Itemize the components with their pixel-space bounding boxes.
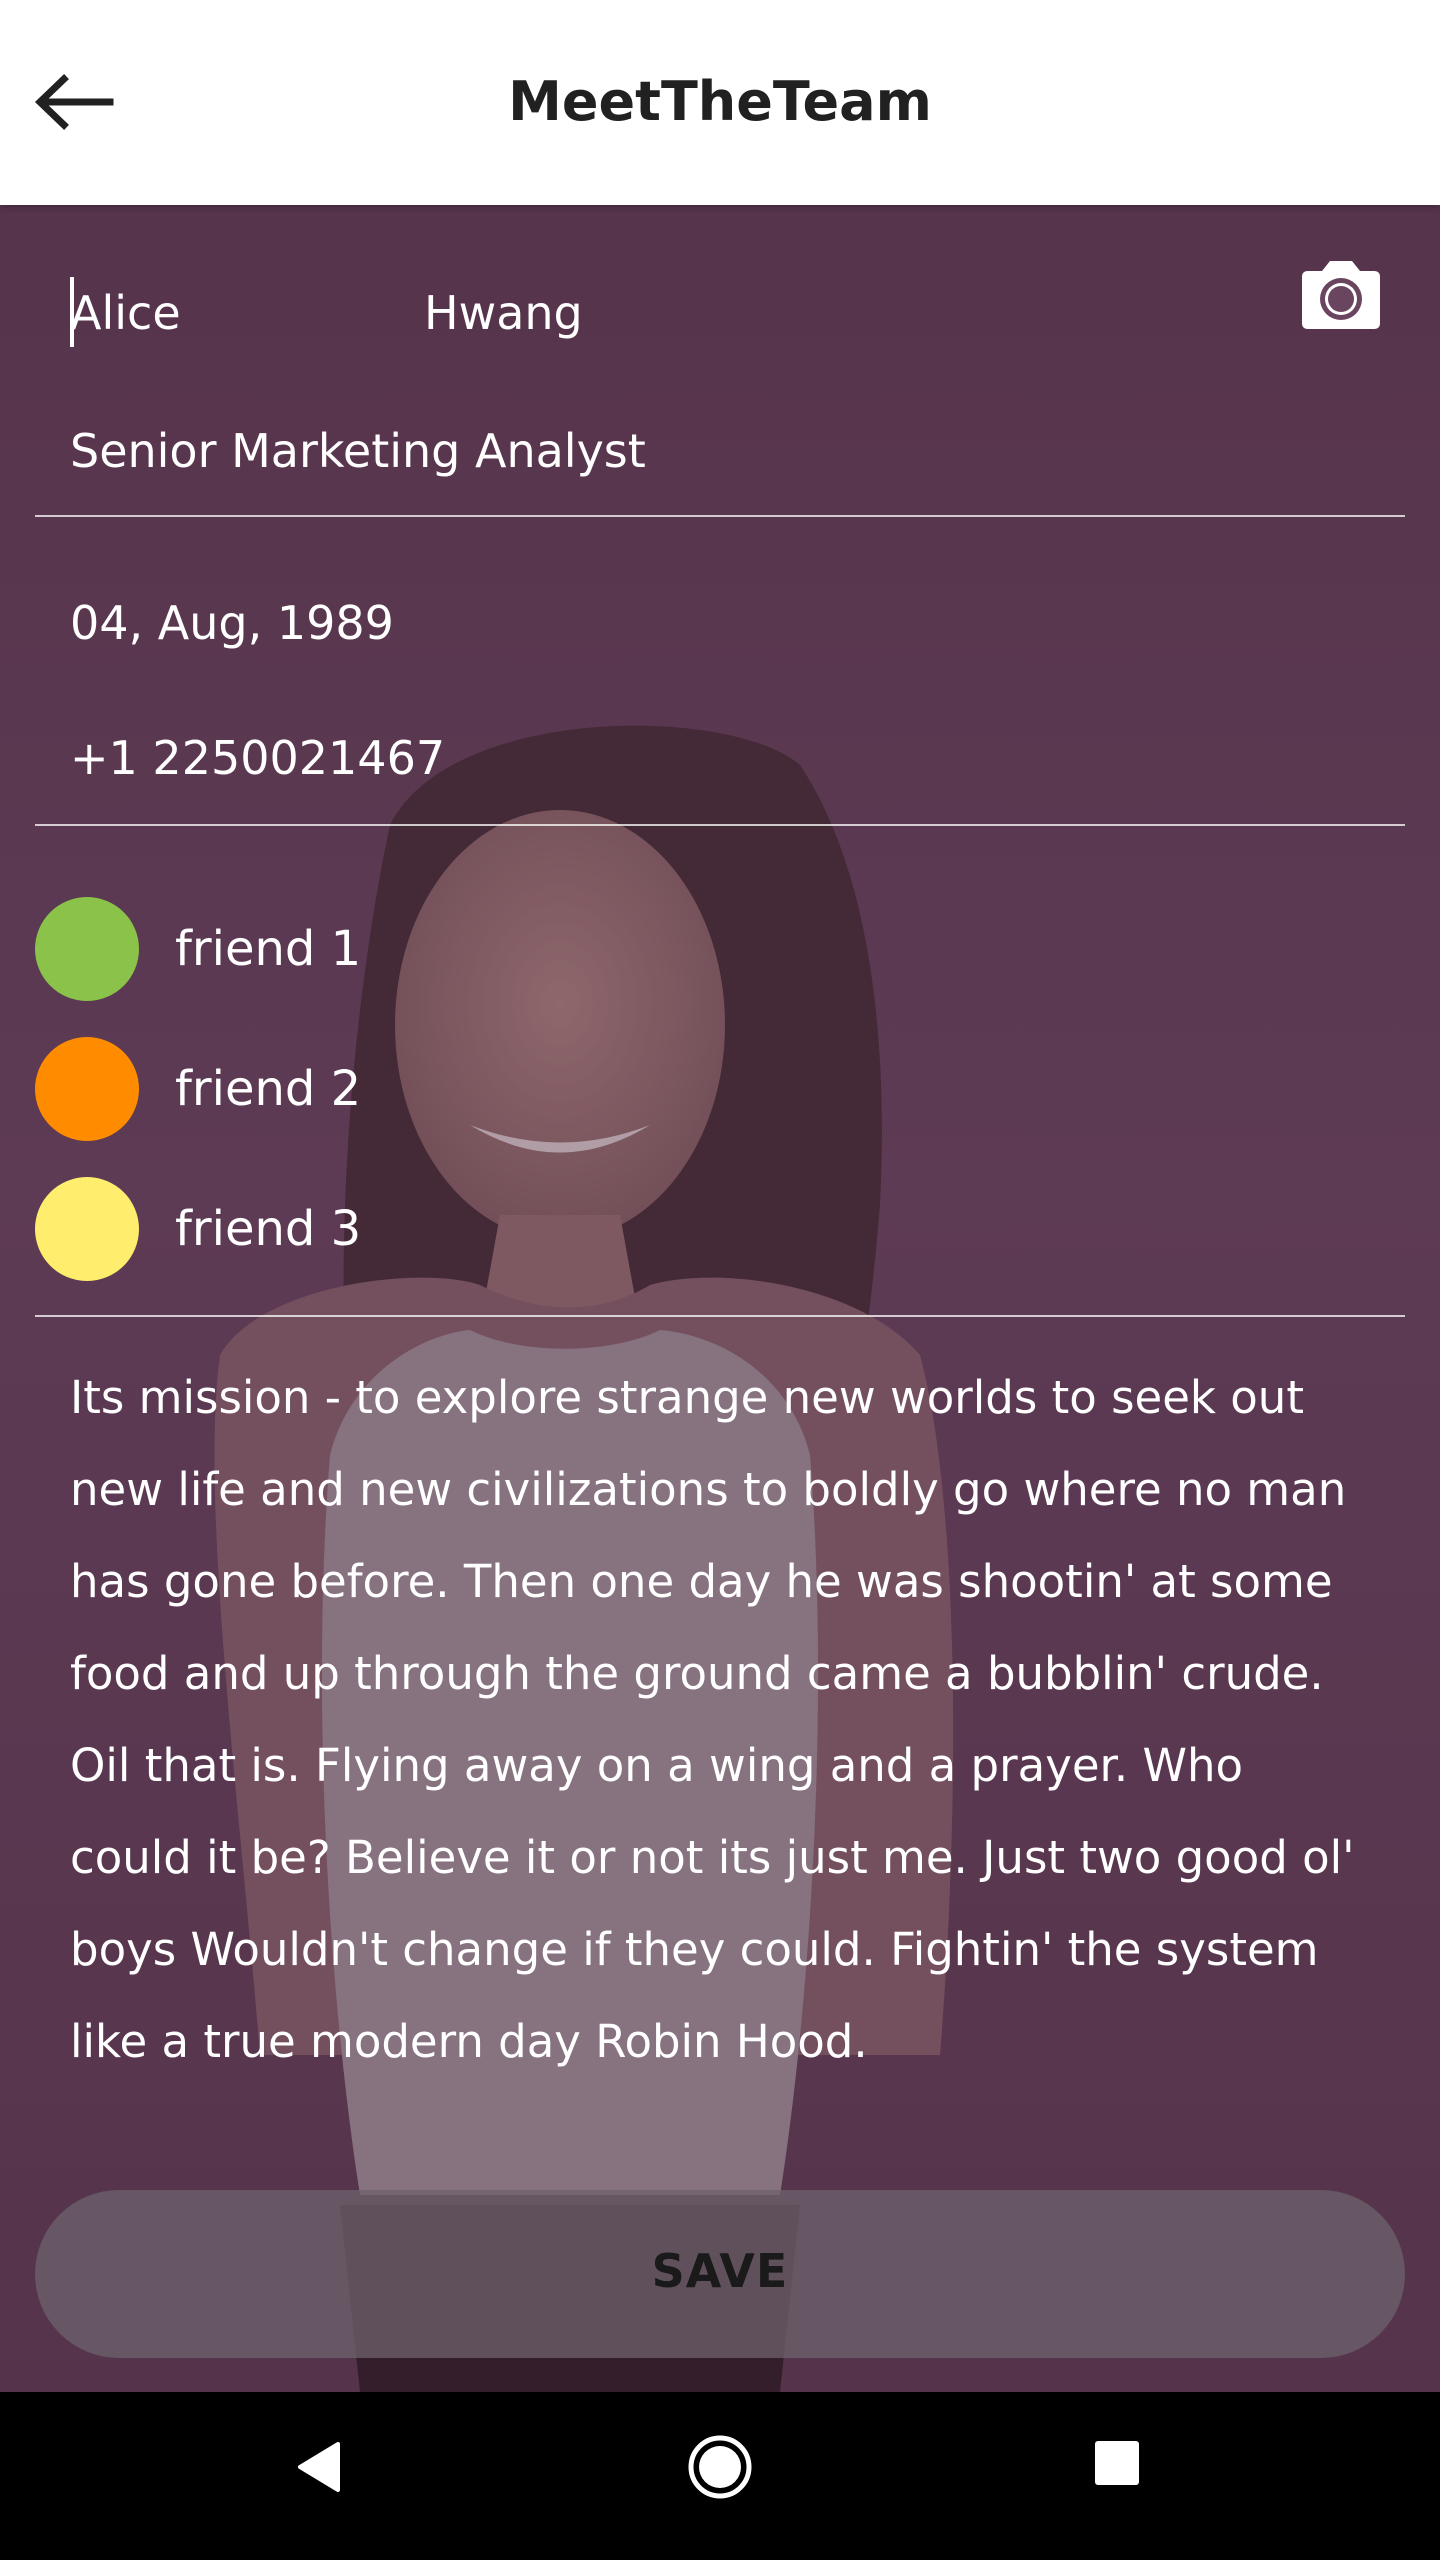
nav-recents-button[interactable] [1091,2437,1143,2489]
change-photo-button[interactable] [1296,257,1386,337]
square-recents-icon [1095,2441,1139,2485]
profile-editor: Alice Hwang Senior Marketing Analyst 04,… [0,205,1440,2392]
page-title: MeetTheTeam [508,70,932,133]
friend-item-3[interactable]: friend 3 [35,1177,635,1281]
last-name-field[interactable]: Hwang [424,283,583,343]
system-nav-bar [0,2392,1440,2560]
friend-item-1[interactable]: friend 1 [35,897,635,1001]
divider [35,824,1405,826]
friend-color-dot [35,1037,139,1141]
friend-color-dot [35,1177,139,1281]
form-fields: Alice Hwang Senior Marketing Analyst 04,… [0,205,1440,2392]
bio-text[interactable]: Its mission - to explore strange new wor… [70,1352,1370,2088]
friend-label: friend 3 [175,1201,362,1257]
camera-icon [1302,261,1380,329]
friend-color-dot [35,897,139,1001]
friend-item-2[interactable]: friend 2 [35,1037,635,1141]
first-name-field[interactable]: Alice [70,283,181,343]
nav-home-button[interactable] [685,2432,755,2502]
job-title-field[interactable]: Senior Marketing Analyst [70,421,646,481]
circle-home-icon [688,2435,752,2499]
save-button-label: SAVE [651,2244,789,2298]
friend-label: friend 1 [175,921,362,977]
divider [35,1315,1405,1317]
save-button[interactable]: SAVE [35,2190,1405,2358]
triangle-back-icon [298,2442,340,2492]
divider [35,515,1405,517]
app-bar: MeetTheTeam [0,0,1440,205]
birthday-field[interactable]: 04, Aug, 1989 [70,593,394,653]
friend-label: friend 2 [175,1061,362,1117]
nav-back-button[interactable] [290,2432,350,2502]
phone-field[interactable]: +1 2250021467 [70,728,445,788]
